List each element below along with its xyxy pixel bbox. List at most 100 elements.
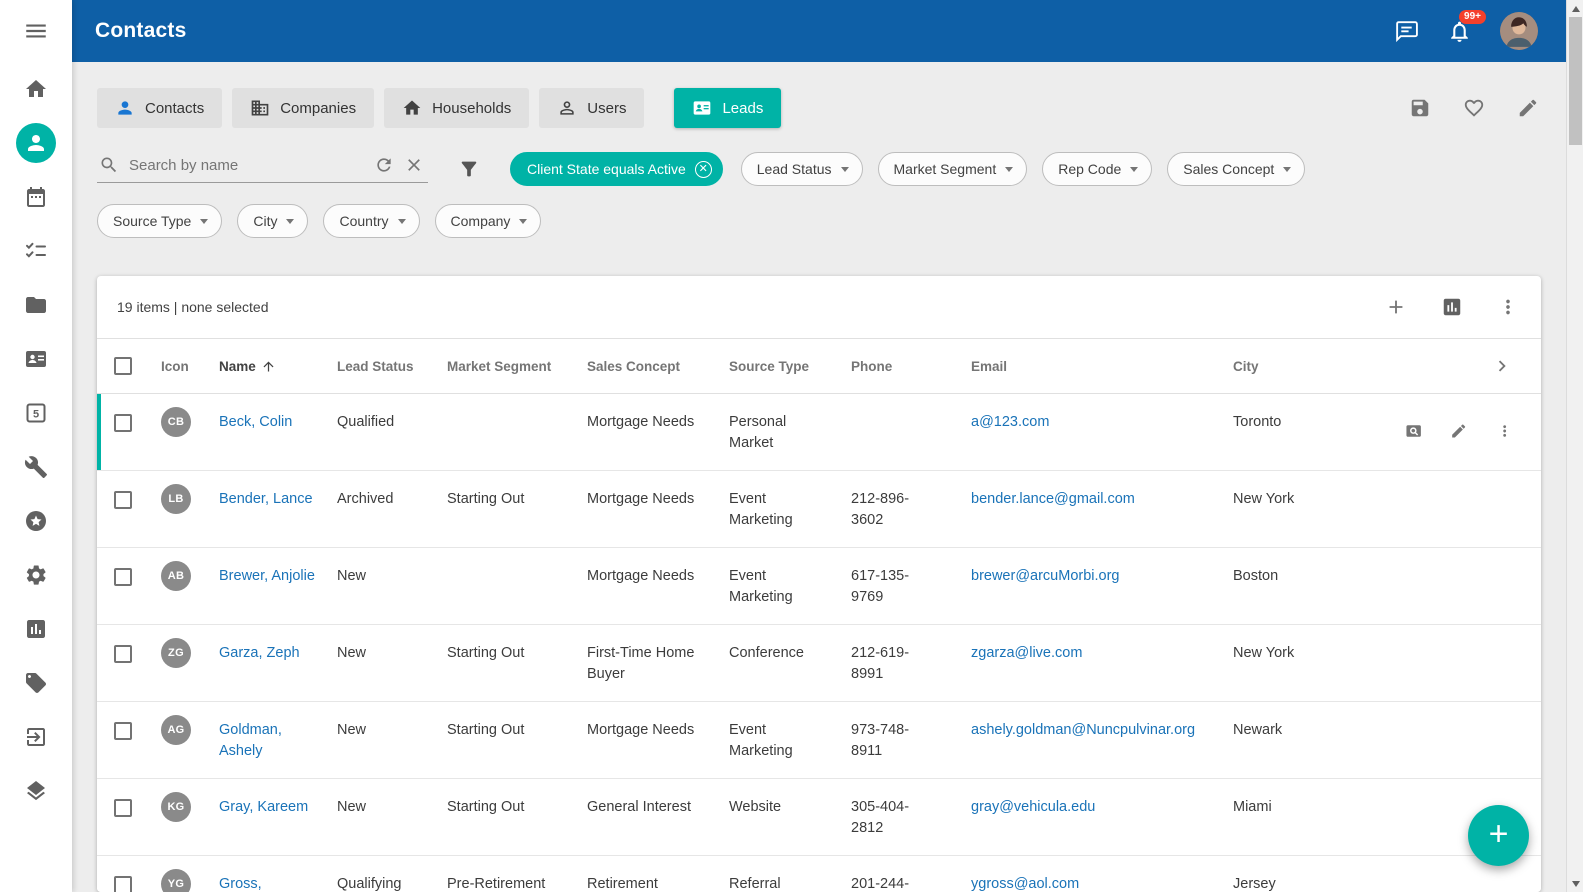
sidebar-item-contact-card[interactable] bbox=[0, 332, 72, 386]
column-header-market-segment[interactable]: Market Segment bbox=[447, 359, 587, 374]
hamburger-menu-icon[interactable] bbox=[0, 0, 72, 62]
column-header-lead-status[interactable]: Lead Status bbox=[337, 359, 447, 374]
contact-name-link[interactable]: Gray, Kareem bbox=[219, 797, 308, 818]
row-checkbox[interactable] bbox=[114, 722, 132, 740]
tab-users[interactable]: Users bbox=[539, 88, 644, 128]
contact-card-icon bbox=[692, 98, 712, 118]
contact-name-link[interactable]: Beck, Colin bbox=[219, 412, 292, 433]
chart-view-icon[interactable] bbox=[1441, 296, 1463, 318]
vertical-scrollbar[interactable] bbox=[1566, 0, 1583, 892]
user-avatar[interactable] bbox=[1500, 12, 1538, 50]
tab-contacts[interactable]: Contacts bbox=[97, 88, 222, 128]
column-header-source-type[interactable]: Source Type bbox=[729, 359, 851, 374]
scrollbar-thumb[interactable] bbox=[1569, 17, 1582, 145]
filter-bar-row-2: Source Type City Country Company bbox=[97, 204, 1541, 238]
search-input[interactable] bbox=[129, 157, 364, 174]
filter-chip-sales-concept[interactable]: Sales Concept bbox=[1167, 152, 1305, 186]
notification-badge: 99+ bbox=[1459, 10, 1486, 24]
sidebar-item-exit[interactable] bbox=[0, 710, 72, 764]
tab-companies[interactable]: Companies bbox=[232, 88, 374, 128]
column-header-sales-concept[interactable]: Sales Concept bbox=[587, 359, 729, 374]
edit-pencil-icon[interactable] bbox=[1450, 420, 1467, 442]
row-checkbox[interactable] bbox=[114, 799, 132, 817]
column-header-email[interactable]: Email bbox=[971, 359, 1233, 374]
contact-email-link[interactable]: a@123.com bbox=[971, 414, 1049, 430]
contact-initials-avatar: AB bbox=[161, 561, 191, 591]
scroll-up-button[interactable] bbox=[1567, 0, 1583, 17]
contact-name-link[interactable]: Gross, bbox=[219, 874, 262, 892]
contact-name-link[interactable]: Bender, Lance bbox=[219, 489, 313, 510]
sidebar-item-calendar[interactable] bbox=[0, 170, 72, 224]
filter-chip-market-segment[interactable]: Market Segment bbox=[878, 152, 1028, 186]
select-all-checkbox[interactable] bbox=[114, 357, 132, 375]
sidebar-item-home[interactable] bbox=[0, 62, 72, 116]
sidebar-item-documents[interactable] bbox=[0, 278, 72, 332]
table-row[interactable]: YG Gross, Qualifying Pre-Retirement Reti… bbox=[97, 856, 1541, 892]
contact-email-link[interactable]: gray@vehicula.edu bbox=[971, 799, 1095, 815]
favorite-heart-icon[interactable] bbox=[1463, 97, 1485, 119]
table-row[interactable]: CB Beck, Colin Qualified Mortgage Needs … bbox=[97, 394, 1541, 471]
contact-email-link[interactable]: brewer@arcuMorbi.org bbox=[971, 568, 1120, 584]
sidebar-item-tags[interactable] bbox=[0, 656, 72, 710]
expand-columns-icon[interactable] bbox=[1491, 355, 1513, 377]
preview-icon[interactable] bbox=[1405, 420, 1422, 442]
column-header-phone[interactable]: Phone bbox=[851, 359, 971, 374]
more-options-icon[interactable] bbox=[1496, 420, 1513, 442]
sidebar-item-opportunities[interactable]: 5 bbox=[0, 386, 72, 440]
chevron-down-icon bbox=[398, 219, 406, 224]
tab-households[interactable]: Households bbox=[384, 88, 529, 128]
table-row[interactable]: KG Gray, Kareem New Starting Out General… bbox=[97, 779, 1541, 856]
filter-chip-country[interactable]: Country bbox=[323, 204, 419, 238]
tab-leads[interactable]: Leads bbox=[674, 88, 781, 128]
filter-funnel-icon[interactable] bbox=[458, 158, 480, 180]
row-checkbox[interactable] bbox=[114, 568, 132, 586]
sidebar-item-layers[interactable] bbox=[0, 764, 72, 818]
save-icon[interactable] bbox=[1409, 97, 1431, 119]
scroll-down-button[interactable] bbox=[1567, 875, 1583, 892]
chevron-down-icon bbox=[286, 219, 294, 224]
column-header-name[interactable]: Name bbox=[219, 359, 337, 374]
filter-chip-source-type[interactable]: Source Type bbox=[97, 204, 222, 238]
row-checkbox[interactable] bbox=[114, 491, 132, 509]
contact-name-link[interactable]: Garza, Zeph bbox=[219, 643, 300, 664]
contact-email-link[interactable]: bender.lance@gmail.com bbox=[971, 491, 1135, 507]
chat-icon[interactable] bbox=[1394, 19, 1419, 44]
notifications-bell-icon[interactable]: 99+ bbox=[1447, 19, 1472, 44]
sidebar-item-tasks[interactable] bbox=[0, 224, 72, 278]
filter-chip-rep-code[interactable]: Rep Code bbox=[1042, 152, 1152, 186]
table-row[interactable]: AG Goldman, Ashely New Starting Out Mort… bbox=[97, 702, 1541, 779]
table-row[interactable]: LB Bender, Lance Archived Starting Out M… bbox=[97, 471, 1541, 548]
scroll-up-icon bbox=[1572, 6, 1580, 12]
column-header-icon[interactable]: Icon bbox=[161, 359, 219, 374]
tag-icon bbox=[24, 671, 48, 695]
clear-search-icon[interactable] bbox=[404, 155, 424, 175]
contact-email-link[interactable]: zgarza@live.com bbox=[971, 645, 1082, 661]
row-checkbox[interactable] bbox=[114, 876, 132, 892]
table-header-row: Icon Name Lead Status Market Segment Sal… bbox=[97, 338, 1541, 394]
filter-chip-lead-status[interactable]: Lead Status bbox=[741, 152, 863, 186]
table-row[interactable]: AB Brewer, Anjolie New Mortgage Needs Ev… bbox=[97, 548, 1541, 625]
row-checkbox[interactable] bbox=[114, 645, 132, 663]
contact-email-link[interactable]: ashely.goldman@Nuncpulvinar.org bbox=[971, 722, 1195, 738]
contact-email-link[interactable]: ygross@aol.com bbox=[971, 876, 1079, 892]
row-checkbox[interactable] bbox=[114, 414, 132, 432]
sidebar-item-reports[interactable] bbox=[0, 602, 72, 656]
add-contact-fab[interactable]: + bbox=[1468, 805, 1529, 866]
more-options-icon[interactable] bbox=[1497, 296, 1519, 318]
contact-name-link[interactable]: Brewer, Anjolie bbox=[219, 566, 315, 587]
sidebar-item-settings[interactable] bbox=[0, 548, 72, 602]
remove-filter-icon[interactable]: ✕ bbox=[695, 161, 712, 178]
table-row[interactable]: ZG Garza, Zeph New Starting Out First-Ti… bbox=[97, 625, 1541, 702]
refresh-icon[interactable] bbox=[374, 155, 394, 175]
sidebar-item-contacts[interactable] bbox=[0, 116, 72, 170]
sidebar-item-tools[interactable] bbox=[0, 440, 72, 494]
add-record-icon[interactable] bbox=[1385, 296, 1407, 318]
sidebar-item-favorites[interactable] bbox=[0, 494, 72, 548]
edit-pencil-icon[interactable] bbox=[1517, 97, 1539, 119]
column-header-city[interactable]: City bbox=[1233, 359, 1405, 374]
applied-filter-chip[interactable]: Client State equals Active ✕ bbox=[510, 152, 723, 186]
filter-chip-city[interactable]: City bbox=[237, 204, 308, 238]
filter-chip-company[interactable]: Company bbox=[435, 204, 542, 238]
contact-name-link[interactable]: Goldman, Ashely bbox=[219, 720, 319, 762]
page-title: Contacts bbox=[95, 19, 186, 43]
